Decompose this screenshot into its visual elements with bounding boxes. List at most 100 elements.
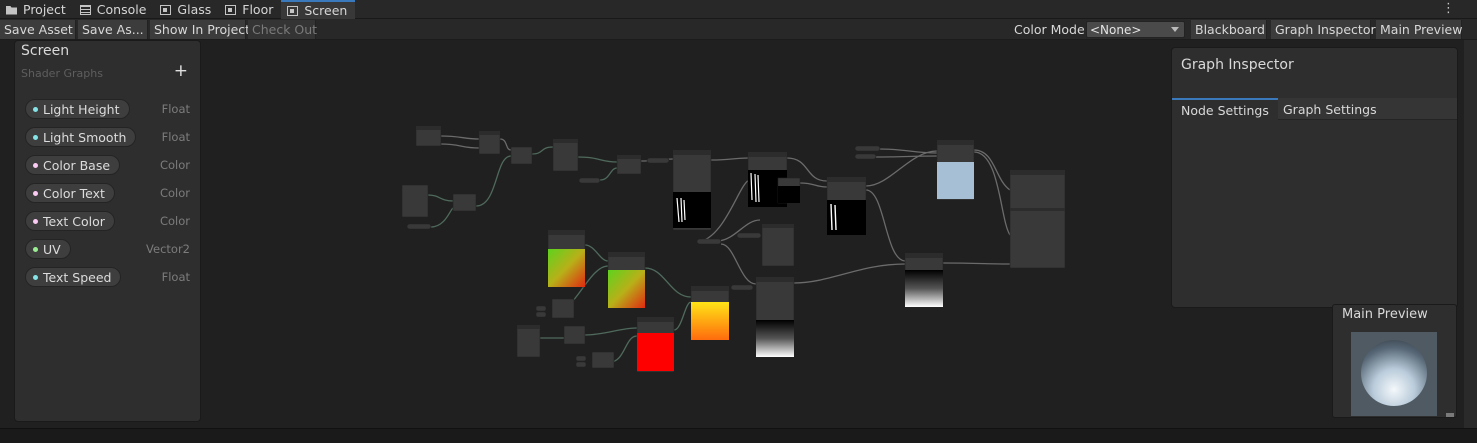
graph-edge bbox=[879, 148, 938, 154]
node-preview bbox=[937, 162, 974, 199]
shader-graph-icon bbox=[225, 4, 237, 15]
property-row[interactable]: Text Color Color bbox=[25, 211, 190, 231]
stack-divider bbox=[1010, 208, 1065, 211]
property-type: Float bbox=[161, 102, 190, 116]
property-type: Vector2 bbox=[146, 242, 190, 256]
property-pill[interactable]: Color Text bbox=[25, 183, 115, 203]
node-header bbox=[517, 325, 540, 329]
inspector-tab-bar: Node Settings Graph Settings bbox=[1172, 98, 1457, 120]
graph-inspector-panel: Graph Inspector Node Settings Graph Sett… bbox=[1171, 47, 1458, 308]
show-in-project-button[interactable]: Show In Project bbox=[150, 20, 250, 39]
node-preview bbox=[905, 270, 943, 307]
property-name: Text Speed bbox=[43, 269, 112, 285]
node-header bbox=[691, 286, 729, 291]
master-stack-node bbox=[1009, 169, 1066, 269]
property-row[interactable]: Color Text Color bbox=[25, 183, 190, 203]
node-preview bbox=[691, 302, 729, 340]
node-header bbox=[1010, 170, 1065, 175]
color-port-icon bbox=[33, 162, 38, 168]
property-row[interactable]: Light Height Float bbox=[25, 99, 190, 119]
main-preview-title: Main Preview bbox=[1342, 307, 1428, 322]
more-options-icon[interactable]: ⋮ bbox=[1442, 1, 1455, 16]
property-pill[interactable]: Text Color bbox=[25, 211, 115, 231]
tab-label: Console bbox=[96, 2, 147, 17]
tab-screen[interactable]: Screen bbox=[281, 0, 356, 19]
property-type: Float bbox=[161, 130, 190, 144]
property-row[interactable]: UV Vector2 bbox=[25, 239, 190, 259]
property-pill[interactable]: UV bbox=[25, 239, 71, 259]
property-row[interactable]: Text Speed Float bbox=[25, 267, 190, 287]
window-tab-bar: Project Console Glass Floor Screen ⋮ bbox=[0, 0, 1477, 19]
property-node bbox=[736, 232, 762, 239]
property-row[interactable]: Color Base Color bbox=[25, 155, 190, 175]
property-node bbox=[646, 157, 670, 164]
node-preview bbox=[548, 249, 585, 287]
graph-edge bbox=[942, 262, 1011, 265]
graph-edge bbox=[799, 182, 828, 188]
vertical-scrollbar[interactable] bbox=[1464, 40, 1477, 428]
graph-node bbox=[516, 324, 541, 358]
shader-graph-icon bbox=[160, 4, 172, 15]
tab-glass[interactable]: Glass bbox=[154, 0, 219, 19]
node-preview bbox=[608, 270, 645, 308]
graph-edge bbox=[720, 243, 757, 285]
tab-console[interactable]: Console bbox=[74, 0, 155, 19]
node-header bbox=[548, 230, 585, 235]
blackboard-panel: Screen Shader Graphs + Light Height Floa… bbox=[14, 40, 201, 422]
property-node bbox=[854, 145, 881, 152]
property-node bbox=[575, 355, 587, 362]
save-as-button[interactable]: Save As... bbox=[78, 20, 148, 39]
resize-handle[interactable] bbox=[1446, 413, 1454, 417]
graph-edge bbox=[440, 135, 480, 140]
float-port-icon bbox=[33, 274, 38, 280]
property-row[interactable]: Light Smooth Float bbox=[25, 127, 190, 147]
graph-edge bbox=[875, 155, 938, 158]
node-preview bbox=[778, 186, 800, 203]
node-header bbox=[479, 131, 500, 135]
property-node bbox=[575, 361, 587, 368]
node-preview bbox=[756, 320, 794, 357]
graph-edge bbox=[599, 167, 618, 181]
property-type: Color bbox=[159, 214, 190, 228]
property-name: Text Color bbox=[43, 213, 105, 229]
main-preview-viewport[interactable] bbox=[1351, 332, 1437, 416]
tab-graph-settings[interactable]: Graph Settings bbox=[1274, 98, 1386, 120]
color-mode-dropdown[interactable]: <None> bbox=[1086, 21, 1185, 38]
save-asset-button[interactable]: Save Asset bbox=[0, 20, 76, 39]
graph-inspector-toggle-button[interactable]: Graph Inspector bbox=[1271, 20, 1376, 39]
node-header bbox=[608, 252, 645, 257]
property-node bbox=[854, 153, 877, 160]
color-mode-value: <None> bbox=[1090, 22, 1142, 37]
property-pill[interactable]: Text Speed bbox=[25, 267, 122, 287]
tab-floor[interactable]: Floor bbox=[219, 0, 281, 19]
tab-project[interactable]: Project bbox=[0, 0, 74, 19]
graph-node bbox=[761, 223, 795, 267]
tab-label: Glass bbox=[177, 2, 212, 17]
add-property-button[interactable]: + bbox=[174, 61, 188, 81]
graph-edge bbox=[644, 267, 692, 298]
main-preview-toggle-button[interactable]: Main Preview bbox=[1376, 20, 1462, 39]
graph-node bbox=[552, 138, 579, 172]
blackboard-toggle-button[interactable]: Blackboard bbox=[1191, 20, 1267, 39]
tab-label: Floor bbox=[242, 2, 274, 17]
tab-node-settings[interactable]: Node Settings bbox=[1172, 98, 1278, 120]
property-node bbox=[578, 177, 601, 184]
graph-edge bbox=[865, 189, 906, 262]
node-preview bbox=[637, 333, 674, 371]
node-header bbox=[673, 150, 711, 155]
graph-edge bbox=[710, 157, 749, 161]
vector2-port-icon bbox=[33, 246, 38, 252]
property-pill[interactable]: Light Smooth bbox=[25, 127, 137, 147]
graph-edge bbox=[577, 156, 618, 163]
node-preview bbox=[827, 200, 866, 235]
property-node bbox=[406, 223, 432, 230]
node-header bbox=[637, 317, 674, 322]
property-pill[interactable]: Light Height bbox=[25, 99, 130, 119]
property-pill[interactable]: Color Base bbox=[25, 155, 121, 175]
property-name: Light Height bbox=[43, 101, 120, 117]
check-out-button[interactable]: Check Out bbox=[248, 20, 317, 39]
folder-icon bbox=[6, 6, 17, 15]
graph-edge bbox=[786, 157, 828, 182]
property-node bbox=[535, 305, 547, 312]
shader-graph-icon bbox=[287, 5, 299, 16]
